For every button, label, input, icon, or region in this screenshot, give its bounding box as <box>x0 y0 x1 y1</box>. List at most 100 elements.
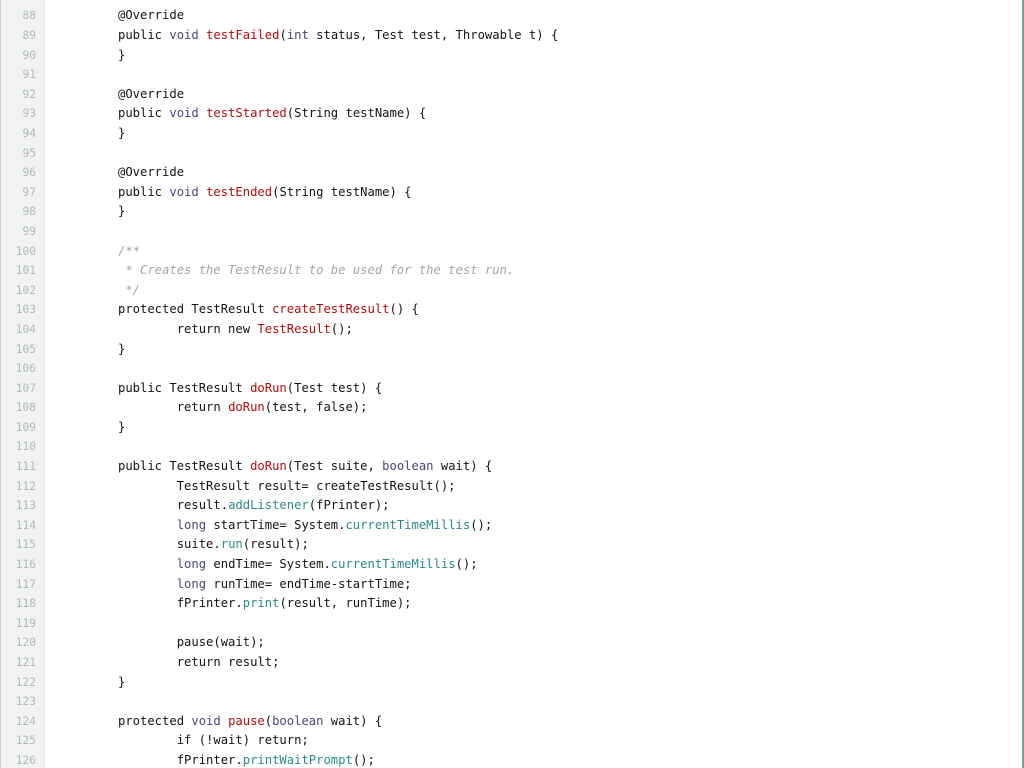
code-line[interactable]: 103 protected TestResult createTestResult… <box>0 300 1024 320</box>
code-text[interactable]: return result; <box>118 653 280 673</box>
line-number: 113 <box>15 499 36 513</box>
code-token: (fPrinter); <box>308 498 390 513</box>
line-number: 93 <box>22 107 36 121</box>
code-text[interactable]: } <box>118 202 125 222</box>
code-token: */ <box>118 282 141 297</box>
code-line[interactable]: 114 long startTime= System.currentTimeMi… <box>0 516 1024 536</box>
code-text[interactable]: suite.run(result); <box>118 535 309 555</box>
code-token: public <box>118 28 170 42</box>
code-line[interactable]: 123 <box>0 692 1024 712</box>
code-text[interactable]: @Override <box>118 163 184 183</box>
code-line[interactable]: 92 @Override <box>0 85 1024 105</box>
code-text[interactable]: return new TestResult(); <box>118 320 353 340</box>
code-token: testEnded <box>206 184 273 199</box>
code-text[interactable]: } <box>118 46 125 66</box>
code-token: int <box>286 28 317 42</box>
code-line[interactable]: 125 if (!wait) return; <box>0 731 1024 751</box>
line-number: 123 <box>15 695 36 709</box>
code-line[interactable]: 91 <box>0 65 1024 85</box>
code-line[interactable]: 94} <box>0 124 1024 144</box>
code-token: (Test test) { <box>286 380 383 395</box>
code-line[interactable]: 118 fPrinter.print(result, runTime); <box>0 594 1024 614</box>
code-line[interactable]: 111 public TestResult doRun(Test suite, b… <box>0 457 1024 477</box>
code-text[interactable]: } <box>118 124 125 144</box>
code-text[interactable]: } <box>118 673 125 693</box>
code-line[interactable]: 105} <box>0 340 1024 360</box>
code-line[interactable]: 117 long runTime= endTime-startTime; <box>0 575 1024 595</box>
code-line[interactable]: 112 TestResult result= createTestResult(… <box>0 477 1024 497</box>
code-line[interactable]: 110 <box>0 437 1024 457</box>
code-line[interactable]: 109} <box>0 418 1024 438</box>
code-line[interactable]: 99 <box>0 222 1024 242</box>
code-line[interactable]: 119 <box>0 614 1024 634</box>
code-line[interactable]: 101 * Creates the TestResult to be used … <box>0 261 1024 281</box>
code-line[interactable]: 115 suite.run(result); <box>0 535 1024 555</box>
code-line[interactable]: 100 /** <box>0 242 1024 262</box>
line-number: 88 <box>22 9 36 23</box>
code-text[interactable]: fPrinter.printWaitPrompt(); <box>118 751 375 768</box>
code-text[interactable]: /** <box>118 242 140 262</box>
code-text[interactable]: public void testEnded(String testName) { <box>118 183 412 203</box>
code-text[interactable]: fPrinter.print(result, runTime); <box>118 594 412 614</box>
code-text[interactable]: } <box>118 340 125 360</box>
line-number: 114 <box>15 518 36 532</box>
code-text[interactable]: public void testStarted(String testName)… <box>118 104 426 124</box>
code-text[interactable]: */ <box>118 281 140 301</box>
code-text[interactable]: return doRun(test, false); <box>118 398 368 418</box>
code-line[interactable]: 97 public void testEnded(String testName)… <box>0 183 1024 203</box>
code-line[interactable]: 90} <box>0 46 1024 66</box>
code-line[interactable]: 96 @Override <box>0 163 1024 183</box>
line-number: 104 <box>15 322 36 336</box>
code-token: TestResult <box>257 321 331 336</box>
line-number: 121 <box>15 656 36 669</box>
code-line[interactable]: 102 */ <box>0 281 1024 301</box>
line-number: 116 <box>15 558 36 572</box>
code-token: (Test suite, <box>286 459 383 474</box>
code-lines[interactable]: 8788@Override89public void testFailed(in… <box>0 0 1024 768</box>
code-line[interactable]: 88 @Override <box>0 6 1024 26</box>
code-text[interactable]: long runTime= endTime-startTime; <box>118 575 412 595</box>
code-line[interactable]: 121 return result; <box>0 653 1024 673</box>
code-text[interactable]: if (!wait) return; <box>118 731 309 751</box>
code-line[interactable]: 107 public TestResult doRun(Test test) { <box>0 379 1024 399</box>
code-text[interactable]: * Creates the TestResult to be used for … <box>118 261 514 281</box>
code-token: * Creates the TestResult to be used for … <box>118 263 515 278</box>
code-editor[interactable]: 8788@Override89public void testFailed(in… <box>0 0 1024 768</box>
code-line[interactable]: 108 return doRun(test, false); <box>0 398 1024 418</box>
code-text[interactable]: TestResult result= createTestResult(); <box>118 477 456 497</box>
code-text[interactable]: public void testFailed(int status, Test … <box>118 26 558 46</box>
code-line[interactable]: 106 <box>0 359 1024 379</box>
code-text[interactable]: public TestResult doRun(Test suite, bool… <box>118 457 492 477</box>
code-line[interactable]: 113 result.addListener(fPrinter); <box>0 496 1024 516</box>
code-text[interactable]: } <box>118 418 125 438</box>
code-line[interactable]: 124 protected void pause(boolean wait) { <box>0 712 1024 732</box>
code-line[interactable]: 95 <box>0 144 1024 164</box>
code-text[interactable]: @Override <box>118 6 184 26</box>
line-number: 89 <box>22 29 36 42</box>
code-line[interactable]: 120 pause(wait); <box>0 633 1024 653</box>
line-number: 111 <box>15 460 36 474</box>
code-text[interactable]: long startTime= System.currentTimeMillis… <box>118 516 493 536</box>
code-text[interactable]: result.addListener(fPrinter); <box>118 496 390 516</box>
code-line[interactable]: 93 public void testStarted(String testNam… <box>0 104 1024 124</box>
code-token: return new <box>118 321 258 336</box>
code-text[interactable]: long endTime= System.currentTimeMillis()… <box>118 555 478 575</box>
code-text[interactable]: protected TestResult createTestResult() … <box>118 300 419 320</box>
code-line[interactable]: 98} <box>0 202 1024 222</box>
code-token: /** <box>118 243 141 258</box>
code-line[interactable]: 126 fPrinter.printWaitPrompt(); <box>0 751 1024 768</box>
code-line[interactable]: 116 long endTime= System.currentTimeMill… <box>0 555 1024 575</box>
code-token: testFailed <box>206 28 280 42</box>
code-line[interactable]: 89 public void testFailed(int status, Tes… <box>0 26 1024 46</box>
code-token: currentTimeMillis <box>345 517 471 532</box>
code-text[interactable]: @Override <box>118 85 184 105</box>
code-line[interactable]: 122} <box>0 673 1024 693</box>
code-text[interactable]: protected void pause(boolean wait) { <box>118 712 382 732</box>
line-number: 119 <box>15 616 36 630</box>
code-text[interactable]: pause(wait); <box>118 633 265 653</box>
code-token: testStarted <box>206 106 287 121</box>
code-text[interactable]: public TestResult doRun(Test test) { <box>118 379 382 399</box>
code-line[interactable]: 104 return new TestResult(); <box>0 320 1024 340</box>
code-token: long <box>176 557 214 572</box>
